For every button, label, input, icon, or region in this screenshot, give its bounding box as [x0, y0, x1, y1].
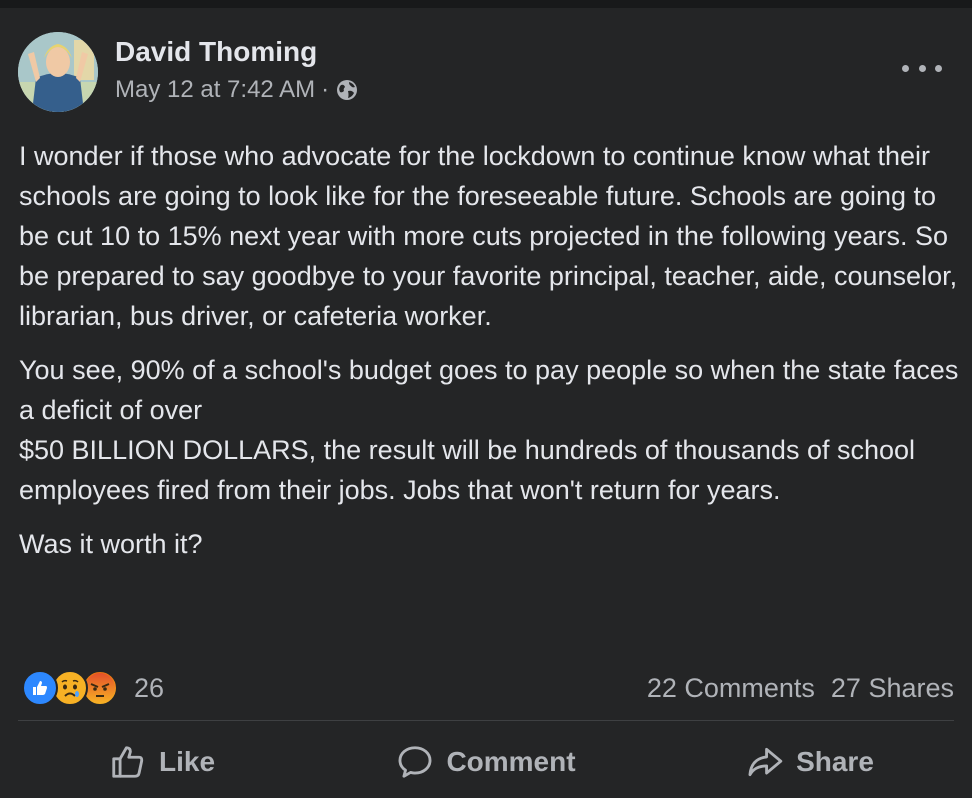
reaction-count: 26: [134, 672, 165, 703]
comments-count-link[interactable]: 22 Comments: [647, 668, 815, 708]
comment-button[interactable]: Comment: [324, 734, 648, 790]
thumbs-up-icon: [112, 746, 144, 778]
share-label: Share: [796, 746, 874, 777]
share-button[interactable]: Share: [648, 734, 972, 790]
more-dot-icon: [902, 64, 909, 72]
post-card: David Thoming May 12 at 7:42 AM · I wond…: [0, 8, 972, 798]
like-button[interactable]: Like: [0, 734, 324, 790]
avatar-image: [18, 32, 98, 112]
comment-label: Comment: [446, 746, 576, 777]
shares-count-link[interactable]: 27 Shares: [831, 668, 954, 708]
more-options-button[interactable]: [902, 58, 942, 78]
post-paragraph: You see, 90% of a school's budget goes t…: [19, 355, 959, 505]
comment-bubble-icon: [398, 746, 432, 778]
avatar[interactable]: [18, 32, 98, 112]
globe-icon[interactable]: [335, 78, 359, 102]
action-bar: Like Comment Share: [0, 734, 972, 790]
post-paragraph: Was it worth it?: [19, 529, 203, 559]
more-dot-icon: [935, 64, 942, 72]
post-body: I wonder if those who advocate for the l…: [19, 136, 959, 578]
like-reaction-icon: [22, 670, 58, 706]
post-meta: May 12 at 7:42 AM ·: [115, 76, 359, 104]
engagement-counts: 22 Comments 27 Shares: [647, 668, 954, 708]
post-timestamp[interactable]: May 12 at 7:42 AM: [115, 76, 315, 104]
like-label: Like: [158, 746, 216, 777]
post-paragraph: I wonder if those who advocate for the l…: [19, 141, 958, 331]
meta-separator: ·: [321, 76, 330, 103]
reactions-summary[interactable]: 26: [22, 668, 164, 708]
share-arrow-icon: [748, 747, 783, 777]
author-name[interactable]: David Thoming: [115, 36, 317, 68]
more-dot-icon: [918, 64, 926, 72]
divider: [18, 720, 954, 721]
